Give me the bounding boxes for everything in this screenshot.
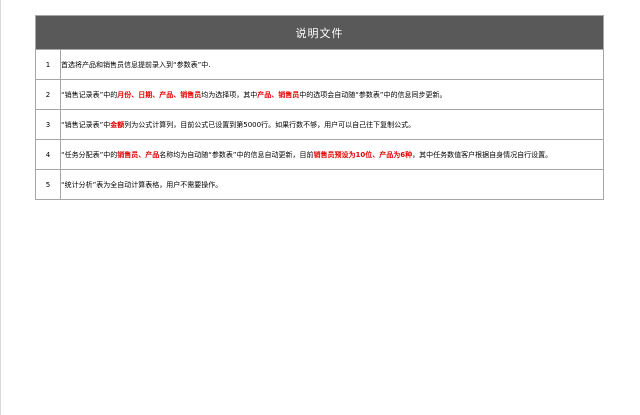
instruction-cell[interactable]: “销售记录表”中金额列为公式计算列，目前公式已设置到第5000行。如果行数不够，… — [60, 109, 604, 140]
table-row: 3 “销售记录表”中金额列为公式计算列，目前公式已设置到第5000行。如果行数不… — [35, 109, 604, 140]
instruction-text: 均为选择项，其中 — [201, 90, 258, 99]
instruction-cell[interactable]: “统计分析”表为全自动计算表格，用户不需要操作。 — [60, 169, 604, 200]
highlighted-text: 产品、销售员 — [257, 90, 300, 99]
row-number-cell[interactable]: 5 — [35, 169, 61, 200]
instruction-text: 中的选项会自动随“参数表”中的信息同步更新。 — [299, 90, 447, 99]
highlighted-text: 销售员预设为10位、产品为6种 — [313, 150, 413, 159]
instruction-text: 首选将产品和销售员信息提前录入到“参数表”中. — [61, 60, 211, 69]
instructions-table: 说明文件 1 首选将产品和销售员信息提前录入到“参数表”中. 2 “销售记录表”… — [35, 15, 604, 200]
instruction-cell[interactable]: “销售记录表”中的月份、日期、产品、销售员均为选择项，其中产品、销售员中的选项会… — [60, 79, 604, 110]
highlighted-text: 月份、日期、产品、销售员 — [117, 90, 202, 99]
instruction-cell[interactable]: “任务分配表”中的销售员、产品名称均为自动随“参数表”中的信息自动更新，目前销售… — [60, 139, 604, 170]
table-row: 1 首选将产品和销售员信息提前录入到“参数表”中. — [35, 49, 604, 80]
row-number-cell[interactable]: 2 — [35, 79, 61, 110]
table-row: 2 “销售记录表”中的月份、日期、产品、销售员均为选择项，其中产品、销售员中的选… — [35, 79, 604, 110]
row-number-cell[interactable]: 3 — [35, 109, 61, 140]
instruction-text: 名称均为自动随“参数表”中的信息自动更新，目前 — [159, 150, 314, 159]
instruction-cell[interactable]: 首选将产品和销售员信息提前录入到“参数表”中. — [60, 49, 604, 80]
highlighted-text: 销售员、产品 — [117, 150, 160, 159]
row-header-border — [0, 0, 1, 415]
instruction-text: “统计分析”表为全自动计算表格，用户不需要操作。 — [61, 180, 223, 189]
row-number-cell[interactable]: 4 — [35, 139, 61, 170]
instruction-text: “任务分配表”中的 — [61, 150, 118, 159]
table-row: 5 “统计分析”表为全自动计算表格，用户不需要操作。 — [35, 169, 604, 200]
spreadsheet-area: 说明文件 1 首选将产品和销售员信息提前录入到“参数表”中. 2 “销售记录表”… — [0, 0, 640, 415]
instruction-text: 列为公式计算列，目前公式已设置到第5000行。如果行数不够，用户可以自己往下复制… — [124, 120, 416, 129]
instruction-text: “销售记录表”中 — [61, 120, 111, 129]
table-row: 4 “任务分配表”中的销售员、产品名称均为自动随“参数表”中的信息自动更新，目前… — [35, 139, 604, 170]
highlighted-text: 金额 — [110, 120, 125, 129]
instruction-text: “销售记录表”中的 — [61, 90, 118, 99]
title-row: 说明文件 — [35, 15, 604, 50]
instruction-text: ，其中任务数值客户根据自身情况自行设置。 — [412, 150, 553, 159]
title-cell[interactable]: 说明文件 — [35, 15, 604, 50]
row-number-cell[interactable]: 1 — [35, 49, 61, 80]
